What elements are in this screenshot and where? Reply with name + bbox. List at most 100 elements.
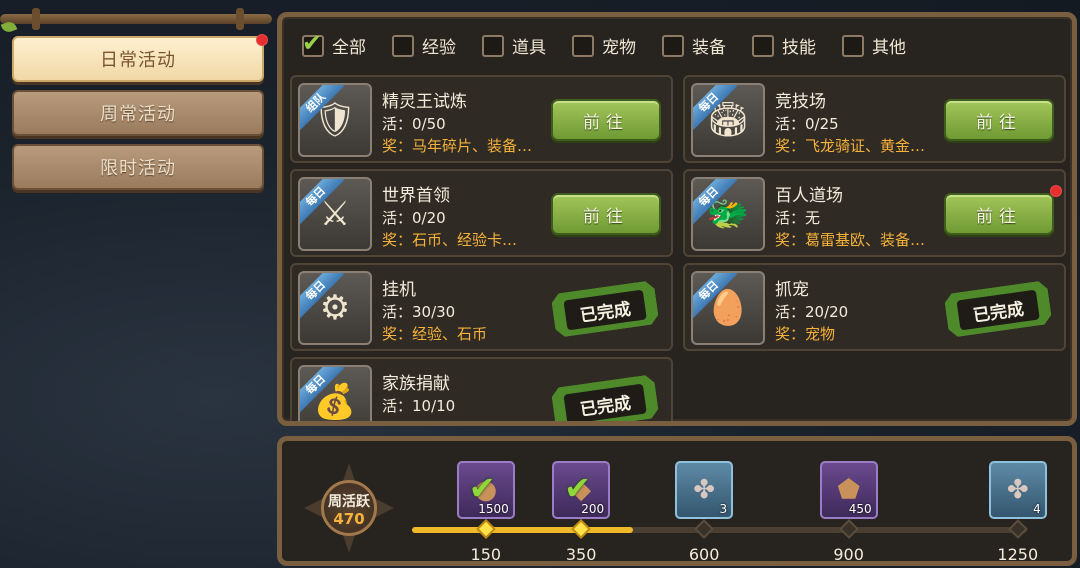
boss-icon: ⚔ 每日 [298, 177, 372, 251]
filter-items[interactable]: 道具 [482, 33, 546, 58]
task-card: 💰 每日 家族捐献 活：10/10 已完成 [290, 357, 673, 421]
milestone-threshold: 900 [833, 545, 864, 564]
task-progress: 活：0/20 [382, 209, 446, 227]
weekly-progress-panel: 周活跃 470 150 ● 1500 ✔ 350 ◆ 200 ✔ 600 ✤ 3 900 ⬟ 450 125… [277, 436, 1077, 566]
go-button[interactable]: 前往 [551, 99, 661, 141]
progress-track [412, 519, 1028, 539]
task-title: 家族捐献 [382, 374, 450, 394]
filter-label: 其他 [872, 38, 906, 58]
completed-stamp: 已完成 [550, 368, 661, 421]
task-card: 🥚 每日 抓宠 活：20/20 奖：宠物 已完成 [683, 263, 1066, 351]
checkbox[interactable] [482, 34, 504, 57]
filter-label: 全部 [332, 38, 366, 58]
filter-label: 宠物 [602, 38, 636, 58]
task-title: 世界首领 [382, 186, 450, 206]
milestone-node [1007, 519, 1028, 539]
task-reward: 奖：马年碎片、装备… [382, 137, 533, 155]
task-title: 精灵王试炼 [382, 92, 467, 112]
progress-fill [412, 527, 634, 533]
clover-coin-icon: ✤ [693, 475, 716, 505]
task-progress: 活：0/25 [775, 115, 839, 133]
boss-art: ⚔ [319, 194, 351, 234]
go-button[interactable]: 前往 [551, 193, 661, 235]
filter-other[interactable]: 其他 [842, 33, 906, 58]
milestone-threshold: 600 [688, 545, 720, 564]
checkbox[interactable] [572, 34, 594, 57]
reward-count: 450 [848, 502, 872, 516]
clover-coin-icon: ✤ [1006, 475, 1029, 505]
weekly-activity-label: 周活跃 [328, 494, 370, 510]
milestone-node [838, 519, 859, 539]
task-card: 🛡 组队 精灵王试炼 活：0/50 奖：马年碎片、装备… 前往 [290, 75, 673, 163]
rope-peg [32, 8, 40, 30]
filter-equipment[interactable]: 装备 [662, 33, 726, 58]
milestone-reward[interactable]: ✤ 3 [675, 461, 734, 519]
milestone-threshold: 150 [470, 545, 502, 564]
warrior-icon: 🛡 组队 [298, 83, 372, 157]
task-progress: 活：20/20 [775, 303, 849, 321]
reward-count: 3 [719, 502, 728, 516]
idle-machine-art: ⚙ [319, 288, 351, 328]
task-reward: 奖：石币、经验卡… [382, 231, 518, 249]
filter-label: 道具 [512, 38, 546, 58]
task-title: 抓宠 [775, 280, 809, 300]
milestone-node [571, 519, 592, 539]
task-progress: 活：10/10 [382, 397, 456, 415]
milestone-reward[interactable]: ✤ 4 [988, 461, 1047, 519]
completed-stamp: 已完成 [550, 274, 661, 344]
arena-icon: 🏟 每日 [691, 83, 765, 157]
checkbox[interactable] [752, 34, 774, 57]
task-reward: 奖：葛雷基欧、装备… [775, 231, 926, 249]
milestone-reward[interactable]: ● 1500 ✔ [456, 461, 515, 519]
orange-gem-icon: ⬟ [837, 475, 860, 505]
filter-experience[interactable]: 经验 [392, 33, 456, 58]
task-card: 🏟 每日 竞技场 活：0/25 奖：飞龙骑证、黄金… 前往 [683, 75, 1066, 163]
milestone-threshold: 1250 [997, 545, 1039, 564]
task-card: 🐲 每日 百人道场 活：无 奖：葛雷基欧、装备… 前往 [683, 169, 1066, 257]
tab-weekly-activities[interactable]: 周常活动 [12, 90, 264, 136]
task-progress: 活：0/50 [382, 115, 446, 133]
milestone-reward[interactable]: ◆ 200 ✔ [552, 461, 611, 519]
tab-daily-activities[interactable]: 日常活动 [12, 34, 268, 82]
task-progress: 活：无 [775, 209, 821, 227]
task-reward: 奖：经验、石币 [382, 325, 488, 343]
checkbox[interactable] [662, 34, 684, 57]
filter-skills[interactable]: 技能 [752, 33, 816, 58]
milestone-threshold: 350 [565, 545, 597, 564]
task-title: 挂机 [382, 280, 416, 300]
checkbox[interactable] [842, 34, 864, 57]
filter-label: 经验 [422, 38, 456, 58]
weekly-activity-value: 470 [333, 510, 365, 528]
go-button[interactable]: 前往 [944, 99, 1054, 141]
notification-dot [1050, 185, 1062, 197]
checkbox[interactable]: ✔ [302, 29, 324, 57]
idle-machine-icon: ⚙ 每日 [298, 271, 372, 345]
reward-count: 4 [1033, 502, 1041, 516]
task-reward: 奖：宠物 [775, 325, 836, 343]
milestone-reward[interactable]: ⬟ 450 [819, 461, 878, 519]
claimed-checkmark-icon: ✔ [468, 469, 496, 507]
notification-dot [256, 34, 268, 46]
milestone-node [694, 519, 715, 539]
tab-limited-activities[interactable]: 限时活动 [12, 144, 264, 190]
task-reward: 奖：飞龙骑证、黄金… [775, 137, 926, 155]
filter-bar: ✔ 全部 经验 道具 宠物 装备 技能 其他 [302, 29, 932, 58]
filter-pets[interactable]: 宠物 [572, 33, 636, 58]
weekly-activity-medal: 周活跃 470 [304, 463, 394, 553]
go-button[interactable]: 前往 [944, 193, 1054, 235]
filter-label: 技能 [782, 38, 816, 58]
checkbox[interactable] [392, 34, 414, 57]
task-title: 竞技场 [775, 92, 826, 112]
filter-all[interactable]: ✔ 全部 [302, 29, 366, 58]
task-card: ⚙ 每日 挂机 活：30/30 奖：经验、石币 已完成 [290, 263, 673, 351]
tab-label: 限时活动 [100, 158, 176, 179]
task-progress: 活：30/30 [382, 303, 456, 321]
filter-label: 装备 [692, 38, 726, 58]
checkmark-icon: ✔ [302, 28, 323, 57]
milestone-node [475, 519, 496, 539]
tab-label: 日常活动 [100, 50, 176, 71]
task-card: ⚔ 每日 世界首领 活：0/20 奖：石币、经验卡… 前往 [290, 169, 673, 257]
rope-peg [236, 8, 244, 30]
nav-rope [0, 8, 272, 30]
task-title: 百人道场 [775, 186, 843, 206]
